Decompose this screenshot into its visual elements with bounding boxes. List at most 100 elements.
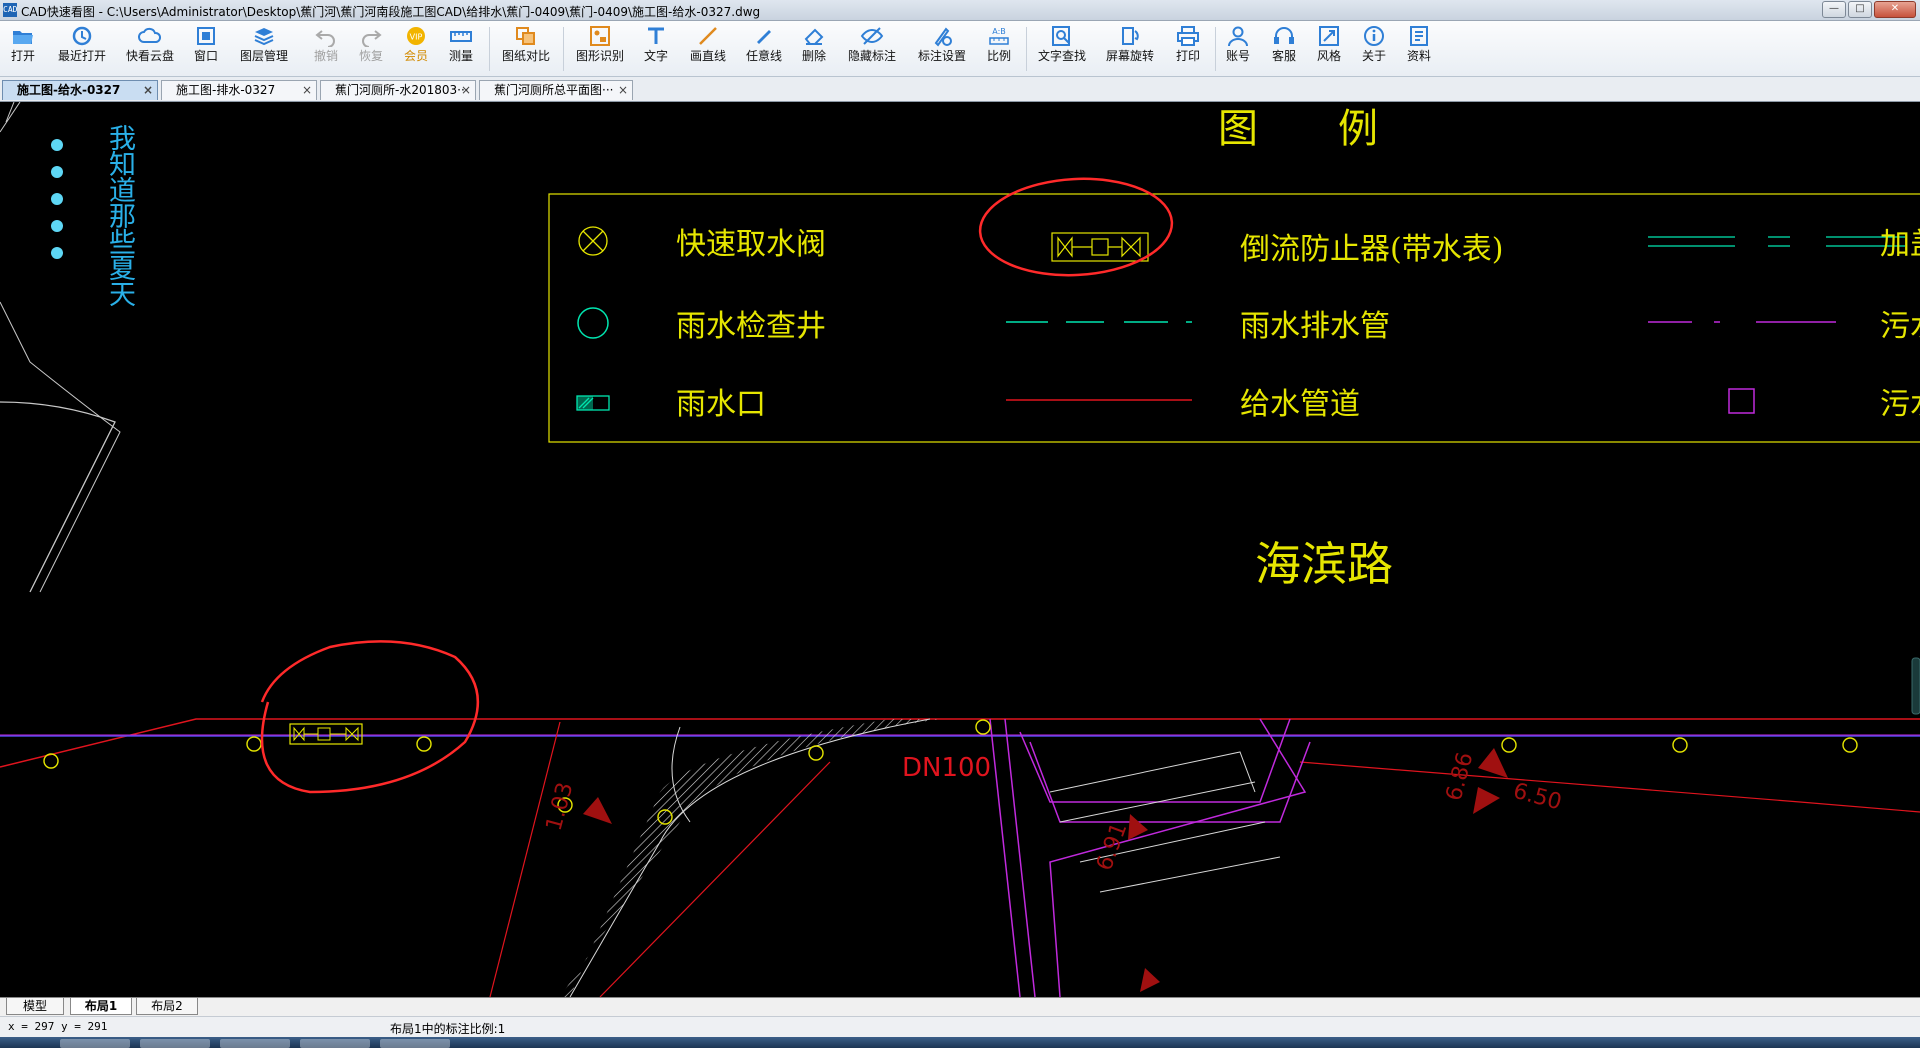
rotate-icon — [1122, 27, 1139, 45]
minimize-button[interactable]: — — [1822, 1, 1846, 18]
legend-title: 图 例 — [1218, 106, 1378, 152]
layout-tab-model[interactable]: 模型 — [6, 998, 64, 1015]
line-button[interactable]: 画直线 — [688, 25, 728, 73]
text-search-button[interactable]: 文字查找 — [1036, 25, 1088, 73]
redo-icon — [362, 30, 382, 47]
annotation-scale-status: 布局1中的标注比例:1 — [390, 1022, 506, 1036]
maximize-button[interactable]: □ — [1848, 1, 1872, 18]
legend-item-sewage-1: 污水 — [1880, 309, 1920, 344]
legend-item-rain-drain-pipe: 雨水排水管 — [1240, 309, 1390, 344]
legend-item-sewage-2: 污水 — [1880, 387, 1920, 422]
cloud-button[interactable]: 快看云盘 — [124, 25, 176, 73]
cursor-coordinates: x = 297 y = 291 — [8, 1020, 108, 1033]
line-icon — [699, 27, 717, 45]
annotation-settings-button[interactable]: 标注设置 — [916, 25, 968, 73]
tab-toilet-water[interactable]: 蕉门河厕所-水201803··· × — [320, 80, 476, 100]
tab-gei-shui[interactable]: 施工图-给水-0327 × — [2, 80, 158, 100]
main-toolbar: 打开 最近打开 快看云盘 窗口 图层管理 撤销 恢复 VIP 会员 测量 图纸对… — [0, 21, 1920, 77]
vip-icon: VIP — [407, 27, 425, 45]
legend-item-rain-manhole: 雨水检查井 — [676, 309, 826, 344]
support-button[interactable]: 客服 — [1270, 25, 1298, 73]
title-bar: CAD CAD快速看图 - C:\Users\Administrator\Des… — [0, 0, 1920, 21]
hide-eye-icon — [860, 27, 884, 45]
drawing-canvas[interactable]: 我知道那些夏天 图 例 快速取水阀 倒流防止器(带水表) 加盖 雨水检查井 雨水… — [0, 102, 1920, 997]
tab-toilet-site-plan[interactable]: 蕉门河厕所总平面图··· × — [479, 80, 633, 100]
recognize-button[interactable]: 图形识别 — [574, 25, 626, 73]
status-bar: x = 297 y = 291 布局1中的标注比例:1 — [0, 1016, 1920, 1037]
docs-icon — [1410, 26, 1428, 46]
headset-icon — [1274, 27, 1294, 44]
redo-button[interactable]: 恢复 — [357, 25, 385, 73]
markup-circle-legend — [978, 177, 1174, 277]
app-logo-icon: CAD — [3, 3, 17, 17]
cad-drawing: 我知道那些夏天 图 例 快速取水阀 倒流防止器(带水表) 加盖 雨水检查井 雨水… — [0, 102, 1920, 997]
undo-button[interactable]: 撤销 — [312, 25, 340, 73]
freehand-icon — [757, 30, 771, 44]
svg-text:VIP: VIP — [410, 33, 423, 42]
legend-item-quick-valve: 快速取水阀 — [676, 227, 826, 262]
recent-button[interactable]: 最近打开 — [54, 25, 110, 73]
text-icon — [648, 27, 664, 44]
window-button[interactable]: 窗口 — [192, 25, 220, 73]
canvas-scroll-handle[interactable] — [1911, 657, 1920, 715]
overlay-vertical-text: 我知道那些夏天 — [104, 124, 135, 306]
close-tab-icon[interactable]: × — [618, 81, 628, 100]
scale-icon: A:B — [989, 27, 1009, 45]
tab-pai-shui[interactable]: 施工图-排水-0327 × — [161, 80, 317, 100]
taskbar-item[interactable] — [60, 1039, 130, 1048]
elevation-label-4: 6.50 — [1510, 779, 1564, 816]
rain-manhole-symbol-icon — [577, 307, 609, 339]
pipe-size-label: DN100 — [902, 753, 991, 783]
window-title: CAD快速看图 - C:\Users\Administrator\Desktop… — [21, 5, 761, 19]
ruler-icon — [450, 31, 472, 42]
elevation-label-3: 6.91 — [1092, 819, 1132, 874]
vip-button[interactable]: VIP 会员 — [402, 25, 430, 73]
os-taskbar — [0, 1037, 1920, 1048]
user-icon — [1228, 26, 1248, 47]
layers-button[interactable]: 图层管理 — [238, 25, 290, 73]
close-tab-icon[interactable]: × — [461, 81, 471, 100]
svg-text:A:B: A:B — [992, 27, 1006, 36]
compare-icon — [516, 27, 535, 45]
markup-circle-site — [260, 640, 480, 794]
recognize-icon — [590, 26, 610, 46]
folder-open-icon — [13, 31, 33, 44]
compare-button[interactable]: 图纸对比 — [500, 25, 552, 73]
freehand-button[interactable]: 任意线 — [744, 25, 784, 73]
elevation-label-1: 1.03 — [542, 780, 579, 834]
close-tab-icon[interactable]: × — [143, 81, 153, 100]
layers-icon — [254, 28, 274, 46]
print-button[interactable]: 打印 — [1174, 25, 1202, 73]
hide-annotation-button[interactable]: 隐藏标注 — [846, 25, 898, 73]
text-button[interactable]: 文字 — [642, 25, 670, 73]
legend-item-backflow-preventer: 倒流防止器(带水表) — [1240, 232, 1503, 267]
close-tab-icon[interactable]: × — [302, 81, 312, 100]
rotate-screen-button[interactable]: 屏幕旋转 — [1104, 25, 1156, 73]
undo-icon — [315, 30, 335, 47]
taskbar-item[interactable] — [380, 1039, 450, 1048]
scale-button[interactable]: A:B 比例 — [985, 25, 1013, 73]
layout-tab-2[interactable]: 布局2 — [136, 998, 198, 1015]
text-search-icon — [1052, 26, 1070, 46]
style-button[interactable]: 风格 — [1315, 25, 1343, 73]
taskbar-item[interactable] — [300, 1039, 370, 1048]
legend-item-rain-inlet: 雨水口 — [676, 387, 766, 422]
about-button[interactable]: 关于 — [1360, 25, 1388, 73]
taskbar-item[interactable] — [140, 1039, 210, 1048]
docs-button[interactable]: 资料 — [1405, 25, 1433, 73]
layout-tab-1[interactable]: 布局1 — [70, 998, 132, 1015]
document-tab-bar: 施工图-给水-0327 × 施工图-排水-0327 × 蕉门河厕所-水201803·… — [0, 77, 1920, 102]
measure-button[interactable]: 测量 — [447, 25, 475, 73]
taskbar-item[interactable] — [220, 1039, 290, 1048]
eraser-icon — [804, 28, 824, 45]
legend-item-water-pipe: 给水管道 — [1240, 387, 1360, 422]
close-window-button[interactable]: ✕ — [1874, 1, 1916, 18]
annotation-settings-icon — [934, 27, 952, 47]
info-icon — [1364, 26, 1384, 46]
account-button[interactable]: 账号 — [1224, 25, 1252, 73]
delete-button[interactable]: 删除 — [800, 25, 828, 73]
site-backflow-preventer-icon — [289, 723, 363, 745]
recent-icon — [72, 26, 92, 46]
layout-tab-bar: 模型 布局1 布局2 — [0, 997, 1920, 1016]
open-button[interactable]: 打开 — [6, 25, 40, 73]
